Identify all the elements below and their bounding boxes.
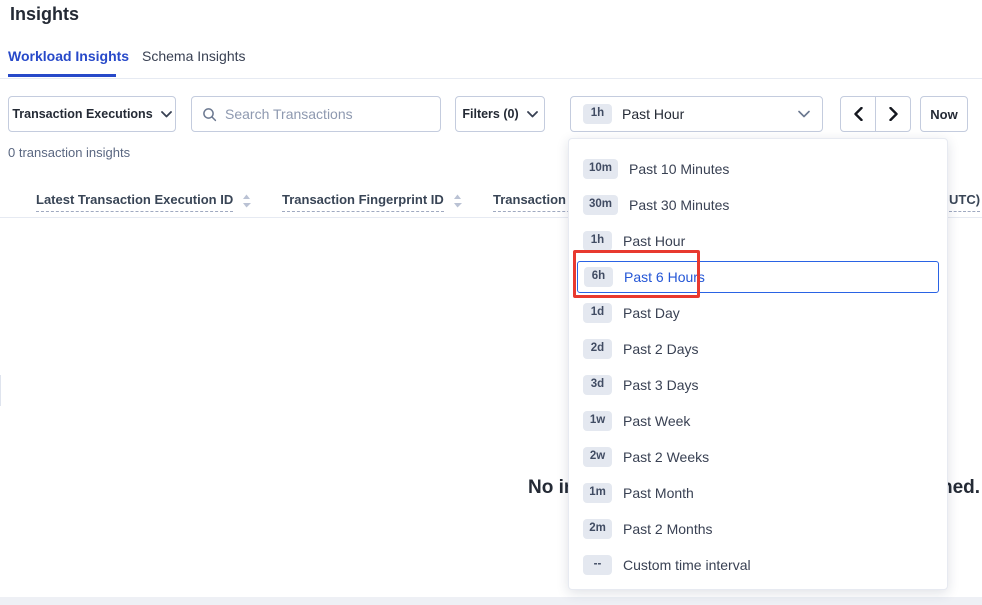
- time-option-label: Past 6 Hours: [624, 269, 705, 285]
- time-option-badge: 3d: [583, 375, 612, 395]
- time-option-past-2-days[interactable]: 2d Past 2 Days: [569, 331, 947, 367]
- time-option-label: Past Month: [623, 485, 694, 501]
- time-option-past-month[interactable]: 1m Past Month: [569, 475, 947, 511]
- time-pager: [840, 96, 911, 132]
- time-option-past-30-minutes[interactable]: 30m Past 30 Minutes: [569, 187, 947, 223]
- time-option-past-day[interactable]: 1d Past Day: [569, 295, 947, 331]
- time-interval-label: Past Hour: [622, 106, 788, 122]
- tab-schema-insights[interactable]: Schema Insights: [142, 48, 246, 64]
- column-header: Latest Transaction Execution ID: [36, 192, 251, 212]
- filters-button[interactable]: Filters (0): [455, 96, 545, 132]
- insights-page: Insights Workload Insights Schema Insigh…: [0, 0, 982, 605]
- time-option-badge: 2d: [583, 339, 612, 359]
- time-option-badge: 2m: [583, 519, 612, 539]
- page-title: Insights: [10, 4, 79, 25]
- search-box[interactable]: [191, 96, 441, 132]
- workload-type-select[interactable]: Transaction Executions: [8, 96, 176, 132]
- tab-workload-insights[interactable]: Workload Insights: [8, 48, 129, 64]
- table-left-edge: [0, 375, 1, 406]
- chevron-down-icon: [798, 110, 810, 118]
- time-option-past-2-weeks[interactable]: 2w Past 2 Weeks: [569, 439, 947, 475]
- time-option-label: Past 10 Minutes: [629, 161, 729, 177]
- page-background-strip: [0, 597, 982, 605]
- time-option-label: Past Week: [623, 413, 690, 429]
- time-option-label: Past 2 Weeks: [623, 449, 709, 465]
- sort-icon[interactable]: [453, 194, 462, 208]
- time-option-past-3-days[interactable]: 3d Past 3 Days: [569, 367, 947, 403]
- column-header-label[interactable]: Latest Transaction Execution ID: [36, 192, 233, 212]
- time-option-past-week[interactable]: 1w Past Week: [569, 403, 947, 439]
- column-header-utc-fragment[interactable]: UTC): [949, 192, 980, 212]
- time-option-label: Past 30 Minutes: [629, 197, 729, 213]
- time-option-custom-time-interval[interactable]: -- Custom time interval: [569, 547, 947, 583]
- active-tab-underline: [8, 74, 116, 77]
- time-option-label: Past 3 Days: [623, 377, 698, 393]
- time-interval-dropdown: 10m Past 10 Minutes 30m Past 30 Minutes 1h Pa…: [568, 138, 948, 590]
- time-option-badge: --: [583, 555, 612, 575]
- time-option-badge: 30m: [583, 195, 618, 215]
- tab-divider: [0, 78, 982, 79]
- chevron-right-icon: [889, 107, 898, 121]
- previous-time-button[interactable]: [841, 97, 876, 131]
- time-option-past-10-minutes[interactable]: 10m Past 10 Minutes: [569, 151, 947, 187]
- time-interval-badge: 1h: [583, 104, 612, 124]
- chevron-down-icon: [161, 111, 172, 118]
- workload-type-label: Transaction Executions: [12, 107, 152, 121]
- time-option-past-hour[interactable]: 1h Past Hour: [569, 223, 947, 259]
- chevron-left-icon: [854, 107, 863, 121]
- time-option-badge: 1d: [583, 303, 612, 323]
- time-option-label: Past Hour: [623, 233, 685, 249]
- time-option-past-2-months[interactable]: 2m Past 2 Months: [569, 511, 947, 547]
- time-option-label: Past Day: [623, 305, 680, 321]
- column-header: Transaction Fingerprint ID: [282, 192, 462, 212]
- time-option-badge: 2w: [583, 447, 612, 467]
- next-time-button[interactable]: [876, 97, 910, 131]
- time-interval-picker[interactable]: 1h Past Hour: [570, 96, 823, 132]
- now-label: Now: [930, 107, 957, 122]
- time-option-label: Past 2 Days: [623, 341, 698, 357]
- column-header-label[interactable]: Transaction Fingerprint ID: [282, 192, 444, 212]
- time-option-badge: 1h: [583, 231, 612, 251]
- tab-bar: Workload Insights Schema Insights: [0, 46, 982, 78]
- search-input[interactable]: [225, 106, 430, 122]
- time-option-past-6-hours[interactable]: 6h Past 6 Hours: [577, 261, 939, 293]
- time-option-badge: 1m: [583, 483, 612, 503]
- filters-label: Filters (0): [462, 107, 518, 121]
- time-option-badge: 6h: [584, 267, 613, 287]
- search-icon: [202, 107, 217, 122]
- sort-icon[interactable]: [242, 194, 251, 208]
- time-option-badge: 10m: [583, 159, 618, 179]
- now-button[interactable]: Now: [920, 96, 968, 132]
- time-option-label: Past 2 Months: [623, 521, 713, 537]
- chevron-down-icon: [527, 111, 538, 118]
- time-option-badge: 1w: [583, 411, 612, 431]
- time-option-label: Custom time interval: [623, 557, 751, 573]
- insights-count: 0 transaction insights: [8, 145, 130, 160]
